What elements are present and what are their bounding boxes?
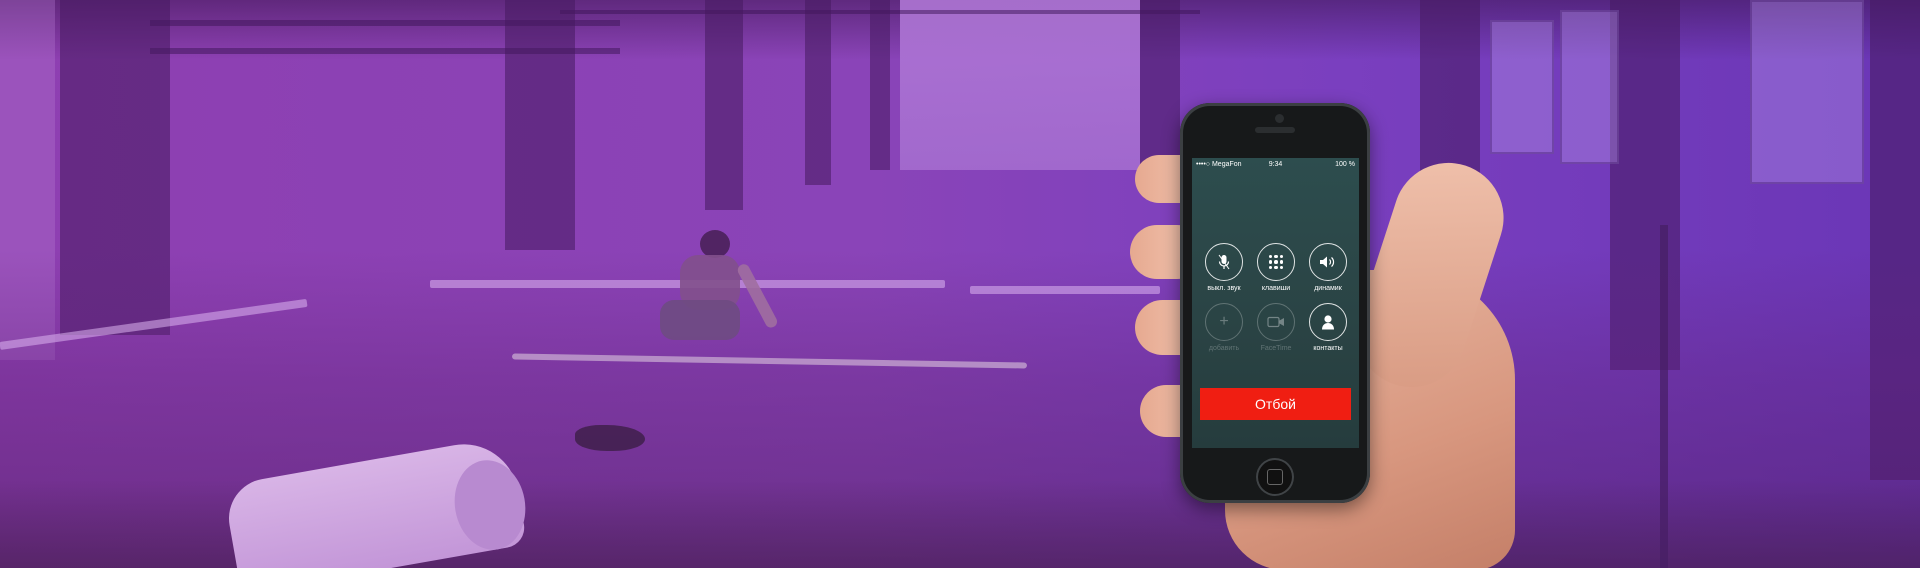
facetime-key[interactable]: FaceTime	[1251, 303, 1301, 352]
keypad-key[interactable]: клавиши	[1251, 243, 1301, 292]
call-screen: ••••○ MegaFon 9:34 100 % выкл. звук клав…	[1192, 158, 1359, 448]
vertical-pole	[1660, 225, 1668, 568]
contacts-key[interactable]: контакты	[1303, 303, 1353, 352]
contacts-key-label: контакты	[1313, 345, 1343, 352]
battery-label: 100 %	[1335, 161, 1355, 168]
mute-key[interactable]: выкл. звук	[1199, 243, 1249, 292]
facetime-key-label: FaceTime	[1260, 345, 1292, 352]
home-button[interactable]	[1256, 458, 1294, 496]
pillar	[870, 0, 890, 170]
warehouse-window	[1560, 10, 1619, 164]
speaker-key[interactable]: динамик	[1303, 243, 1353, 292]
worker-legs	[660, 300, 740, 340]
pillar	[505, 0, 575, 250]
warehouse-window	[1750, 0, 1864, 184]
add-call-key-label: добавить	[1208, 345, 1240, 352]
add-call-key[interactable]: + добавить	[1199, 303, 1249, 352]
status-time: 9:34	[1268, 161, 1283, 168]
plus-icon: +	[1205, 303, 1243, 341]
smartphone: ••••○ MegaFon 9:34 100 % выкл. звук клав…	[1180, 103, 1370, 503]
worker-head	[700, 230, 730, 258]
facetime-icon	[1257, 303, 1295, 341]
status-bar: ••••○ MegaFon 9:34 100 %	[1192, 158, 1359, 172]
microphone-mute-icon	[1205, 243, 1243, 281]
earpiece-speaker	[1255, 127, 1295, 133]
front-camera	[1275, 114, 1284, 123]
worker-figure	[640, 225, 780, 375]
contacts-icon	[1309, 303, 1347, 341]
pillar	[1140, 0, 1180, 170]
hero-banner: ••••○ MegaFon 9:34 100 % выкл. звук клав…	[0, 0, 1920, 568]
speaker-key-label: динамик	[1314, 285, 1342, 292]
keypad-key-label: клавиши	[1261, 285, 1291, 292]
pillar	[705, 0, 743, 210]
warehouse-window	[1490, 20, 1554, 154]
end-call-button[interactable]: Отбой	[1200, 388, 1351, 420]
floor-debris	[575, 425, 645, 451]
hero-bottom-border	[0, 568, 1920, 572]
warehouse-back-opening	[900, 0, 1140, 170]
speaker-icon	[1309, 243, 1347, 281]
mute-key-label: выкл. звук	[1207, 285, 1241, 292]
floor-marker	[970, 286, 1160, 294]
keypad-icon	[1257, 243, 1295, 281]
home-square-icon	[1267, 469, 1283, 485]
pillar	[805, 0, 831, 185]
